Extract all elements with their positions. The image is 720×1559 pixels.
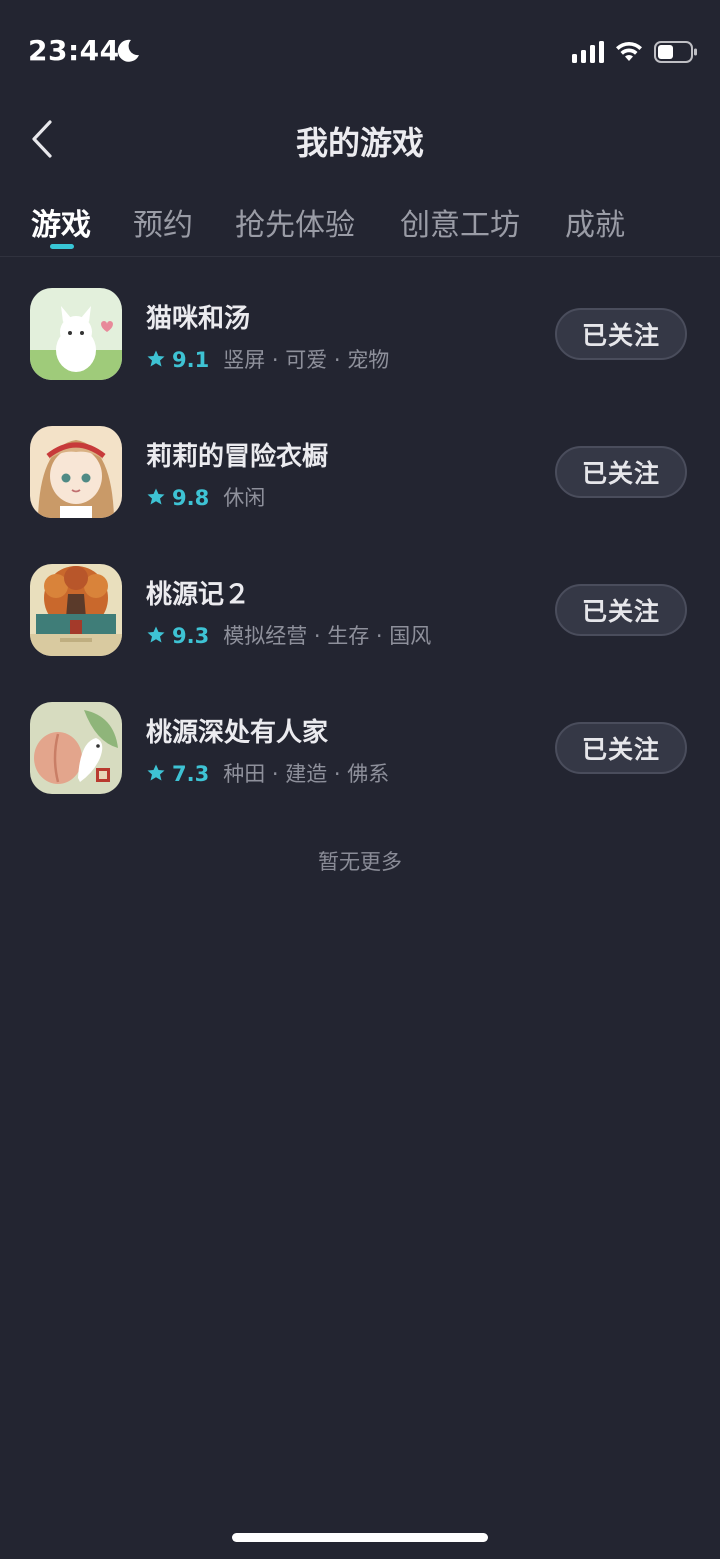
game-row[interactable]: 桃源深处有人家 7.3 种田 · 建造 · 佛系 已关注	[0, 672, 720, 810]
game-meta: 9.1 竖屏 · 可爱 · 宠物	[146, 344, 389, 372]
following-button[interactable]: 已关注	[555, 308, 687, 360]
home-indicator[interactable]	[232, 1533, 488, 1542]
game-name[interactable]: 莉莉的冒险衣橱	[146, 436, 328, 473]
game-tags: 模拟经营 · 生存 · 国风	[223, 624, 432, 648]
game-row[interactable]: 猫咪和汤 9.1 竖屏 · 可爱 · 宠物 已关注	[0, 258, 720, 396]
screen: 23:44 我的游戏 游戏 预约 抢先体验 创意工坊 成就 猫咪和汤 9.1 竖…	[0, 0, 720, 1559]
game-row[interactable]: 桃源记２ 9.3 模拟经营 · 生存 · 国风 已关注	[0, 534, 720, 672]
rating: 7.3	[172, 762, 210, 786]
star-icon	[147, 488, 165, 505]
game-meta: 9.8 休闲	[146, 482, 265, 510]
active-tab-indicator	[50, 244, 74, 249]
game-row[interactable]: 莉莉的冒险衣橱 9.8 休闲 已关注	[0, 396, 720, 534]
page-title: 我的游戏	[295, 124, 424, 162]
tab-games[interactable]: 游戏	[31, 200, 91, 244]
tab-reservations[interactable]: 预约	[133, 200, 193, 244]
no-more-text: 暂无更多	[318, 850, 402, 874]
following-button[interactable]: 已关注	[555, 722, 687, 774]
following-button[interactable]: 已关注	[555, 446, 687, 498]
star-icon	[147, 764, 165, 781]
lily-wardrobe-icon[interactable]	[30, 426, 122, 518]
following-button[interactable]: 已关注	[555, 584, 687, 636]
tab-bar: 游戏 预约 抢先体验 创意工坊 成就	[0, 190, 720, 256]
game-meta: 7.3 种田 · 建造 · 佛系	[146, 758, 389, 786]
status-time: 23:44	[28, 34, 120, 67]
game-name[interactable]: 桃源记２	[146, 574, 250, 611]
star-icon	[147, 350, 165, 367]
cat-soup-icon[interactable]	[30, 288, 122, 380]
star-icon	[147, 626, 165, 643]
peach-spring-icon[interactable]	[30, 702, 122, 794]
game-name[interactable]: 猫咪和汤	[146, 298, 250, 335]
tab-workshop[interactable]: 创意工坊	[400, 200, 520, 244]
moon-icon	[117, 39, 139, 62]
signal-icon	[572, 41, 604, 63]
rating: 9.3	[172, 624, 210, 648]
taoyuanji-icon[interactable]	[30, 564, 122, 656]
rating: 9.8	[172, 486, 210, 510]
tab-achievements[interactable]: 成就	[565, 200, 625, 244]
tab-early-access[interactable]: 抢先体验	[235, 200, 355, 244]
battery-icon	[654, 41, 697, 63]
game-tags: 休闲	[223, 486, 266, 510]
game-tags: 竖屏 · 可爱 · 宠物	[223, 348, 390, 372]
rating: 9.1	[172, 348, 210, 372]
status-bar: 23:44	[0, 0, 720, 100]
divider	[0, 256, 720, 257]
game-tags: 种田 · 建造 · 佛系	[223, 762, 390, 786]
header: 我的游戏	[0, 100, 720, 180]
game-list: 猫咪和汤 9.1 竖屏 · 可爱 · 宠物 已关注 莉莉的冒险衣橱 9.8 休闲…	[0, 258, 720, 810]
game-name[interactable]: 桃源深处有人家	[146, 712, 328, 749]
wifi-icon	[616, 41, 642, 61]
game-meta: 9.3 模拟经营 · 生存 · 国风	[146, 620, 431, 648]
